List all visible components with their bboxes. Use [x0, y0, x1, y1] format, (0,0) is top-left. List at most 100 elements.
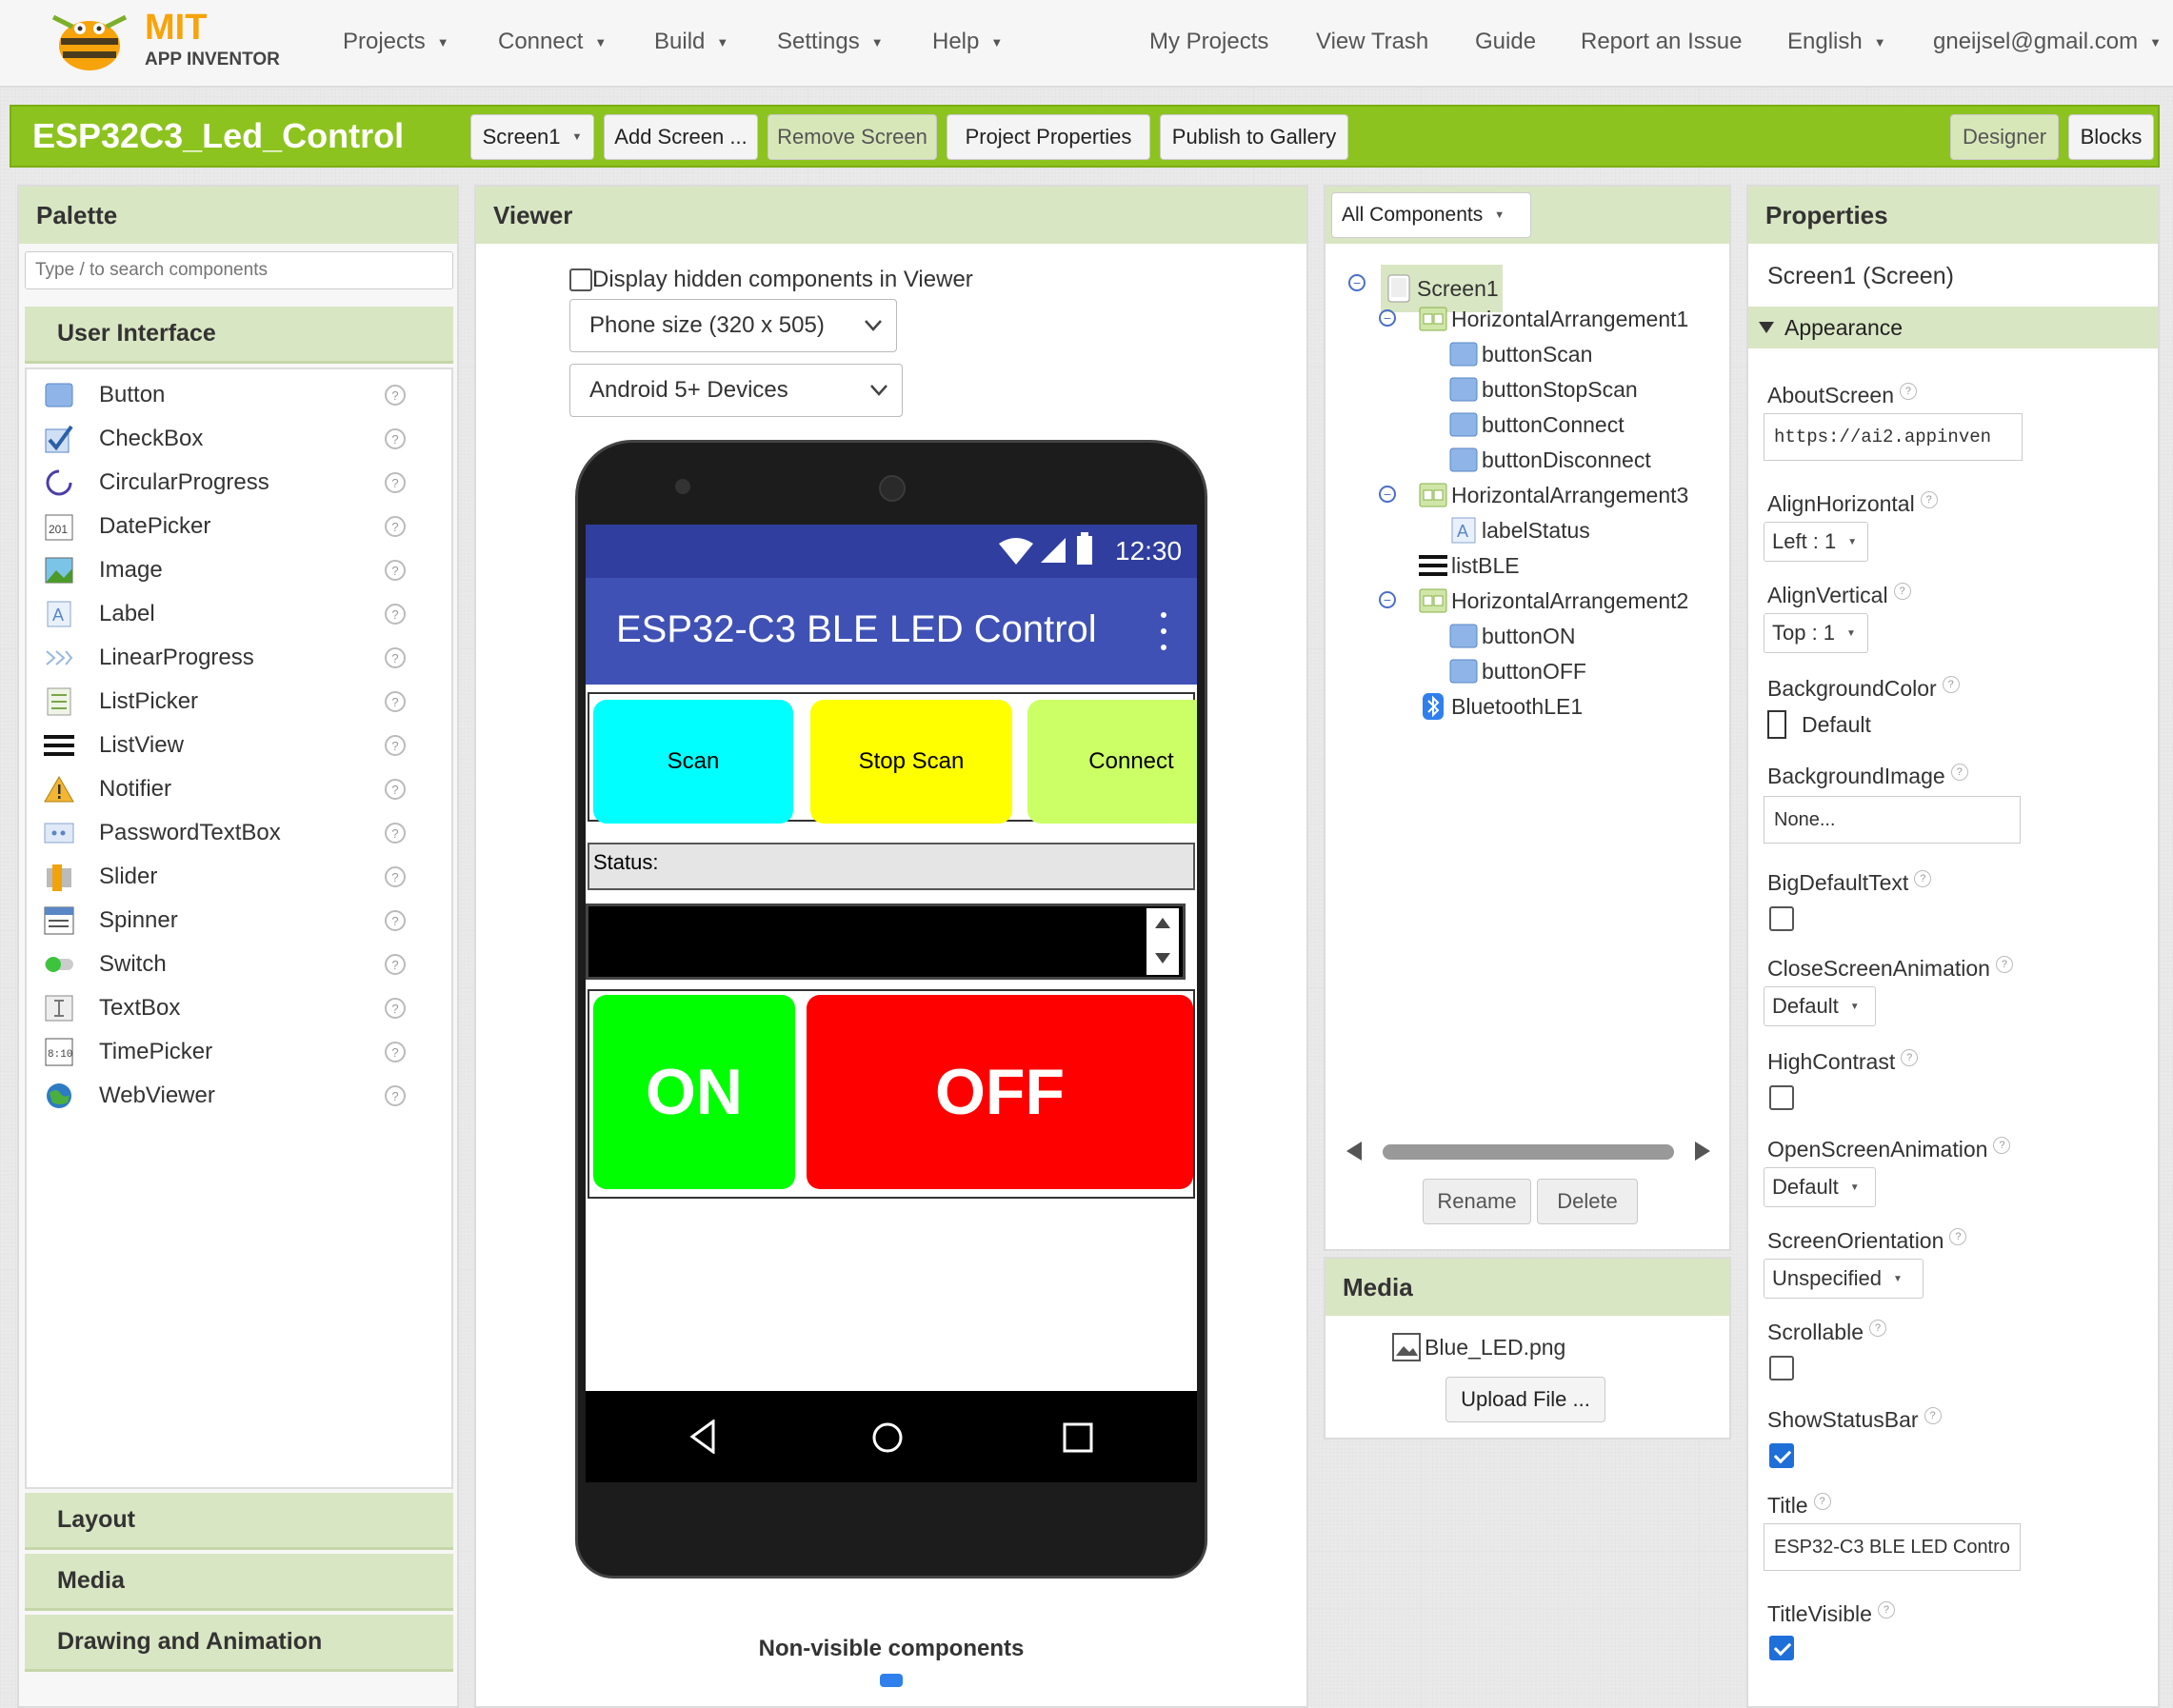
remove-screen-button[interactable]: Remove Screen [768, 114, 937, 160]
tree-node-buttondisconnect[interactable]: buttonDisconnect [1449, 441, 1651, 479]
palette-item-checkbox[interactable]: CheckBox? [25, 417, 434, 461]
scroll-right-icon[interactable] [1693, 1141, 1712, 1162]
screen-select[interactable]: Screen1 ▼ [470, 114, 594, 160]
help-icon[interactable]: ? [385, 604, 406, 625]
palette-item-timepicker[interactable]: 8:10 TimePicker? [25, 1030, 434, 1074]
help-icon[interactable]: ? [385, 779, 406, 800]
tree-node-labelstatus[interactable]: AlabelStatus [1449, 511, 1590, 549]
nav-connect[interactable]: Connect ▼ [498, 29, 607, 55]
home-icon[interactable] [871, 1421, 904, 1454]
palette-item-listpicker[interactable]: ListPicker? [25, 680, 434, 724]
help-icon[interactable]: ? [1877, 1601, 1895, 1619]
appearance-section-header[interactable]: Appearance [1748, 307, 2158, 348]
help-icon[interactable]: ? [385, 1085, 406, 1106]
prop-about-screen-input[interactable]: https://ai2.appinven [1764, 413, 2023, 461]
help-icon[interactable]: ? [385, 428, 406, 449]
help-icon[interactable]: ? [1893, 583, 1911, 600]
prop-background-image-input[interactable]: None... [1764, 796, 2021, 844]
nav-view-trash[interactable]: View Trash [1316, 29, 1428, 55]
help-icon[interactable]: ? [385, 647, 406, 668]
app-scan-button[interactable]: Scan [593, 700, 793, 824]
display-hidden-checkbox-row[interactable]: Display hidden components in Viewer [569, 267, 973, 293]
nav-settings[interactable]: Settings ▼ [777, 29, 884, 55]
nav-build[interactable]: Build ▼ [654, 29, 728, 55]
prop-open-animation-select[interactable]: Default ▼ [1764, 1167, 1876, 1207]
tree-node-buttonoff[interactable]: buttonOFF [1449, 652, 1586, 690]
category-drawing-animation[interactable]: Drawing and Animation [25, 1615, 453, 1672]
help-icon[interactable]: ? [1993, 1137, 2011, 1154]
palette-item-button[interactable]: Button? [25, 373, 434, 417]
help-icon[interactable]: ? [385, 516, 406, 537]
app-off-button[interactable]: OFF [807, 995, 1193, 1189]
palette-item-passwordtextbox[interactable]: PasswordTextBox? [25, 811, 434, 855]
tree-node-buttonconnect[interactable]: buttonConnect [1449, 406, 1625, 444]
delete-button[interactable]: Delete [1537, 1179, 1638, 1224]
media-file-item[interactable]: Blue_LED.png [1392, 1333, 1565, 1361]
category-user-interface[interactable]: User Interface [25, 307, 453, 364]
recents-icon[interactable] [1062, 1421, 1094, 1454]
phone-size-select[interactable]: Phone size (320 x 505) [569, 299, 897, 352]
prop-title-input[interactable]: ESP32-C3 BLE LED Contro [1764, 1523, 2021, 1571]
nav-guide[interactable]: Guide [1475, 29, 1536, 55]
nav-projects[interactable]: Projects ▼ [343, 29, 449, 55]
display-hidden-checkbox[interactable] [569, 268, 592, 291]
palette-item-switch[interactable]: Switch? [25, 943, 434, 986]
palette-item-label[interactable]: A Label? [25, 592, 434, 636]
help-icon[interactable]: ? [1914, 870, 1932, 887]
help-icon[interactable]: ? [1869, 1320, 1886, 1337]
help-icon[interactable]: ? [385, 910, 406, 931]
palette-item-notifier[interactable]: Notifier? [25, 767, 434, 811]
palette-item-linearprogress[interactable]: LinearProgress? [25, 636, 434, 680]
overflow-menu-icon[interactable] [1161, 612, 1168, 650]
help-icon[interactable]: ? [385, 385, 406, 406]
palette-item-circularprogress[interactable]: CircularProgress? [25, 461, 434, 505]
collapse-toggle-icon[interactable]: − [1379, 486, 1396, 503]
nav-my-projects[interactable]: My Projects [1149, 29, 1268, 55]
palette-item-spinner[interactable]: Spinner? [25, 899, 434, 943]
components-filter-select[interactable]: All Components ▼ [1331, 192, 1531, 238]
tree-horizontal-scrollbar[interactable] [1345, 1137, 1712, 1165]
nav-user-account[interactable]: gneijsel@gmail.com ▼ [1933, 29, 2162, 55]
help-icon[interactable]: ? [1949, 1228, 1967, 1245]
help-icon[interactable]: ? [385, 954, 406, 975]
help-icon[interactable]: ? [1950, 764, 1968, 781]
app-list-ble[interactable] [586, 904, 1186, 980]
app-connect-button[interactable]: Connect [1027, 700, 1197, 824]
designer-button[interactable]: Designer [1950, 114, 2059, 160]
back-icon[interactable] [688, 1420, 717, 1454]
list-scrollbar[interactable] [1146, 908, 1179, 975]
help-icon[interactable]: ? [385, 823, 406, 844]
palette-item-listview[interactable]: ListView? [25, 724, 434, 767]
tree-node-listble[interactable]: listBLE [1419, 546, 1520, 585]
help-icon[interactable]: ? [385, 998, 406, 1019]
palette-item-textbox[interactable]: TextBox? [25, 986, 434, 1030]
help-icon[interactable]: ? [385, 866, 406, 887]
add-screen-button[interactable]: Add Screen ... [604, 114, 758, 160]
collapse-toggle-icon[interactable]: − [1379, 309, 1396, 327]
prop-high-contrast-checkbox[interactable] [1769, 1085, 1794, 1110]
help-icon[interactable]: ? [385, 1042, 406, 1063]
tree-node-buttonscan[interactable]: buttonScan [1449, 335, 1592, 373]
scroll-down-icon[interactable] [1154, 952, 1171, 965]
tree-node-buttonon[interactable]: buttonON [1449, 617, 1575, 655]
help-icon[interactable]: ? [1942, 676, 1960, 693]
scroll-up-icon[interactable] [1154, 916, 1171, 929]
publish-to-gallery-button[interactable]: Publish to Gallery [1160, 114, 1348, 160]
category-layout[interactable]: Layout [25, 1493, 453, 1550]
help-icon[interactable]: ? [385, 691, 406, 712]
palette-search-input[interactable] [25, 251, 453, 289]
help-icon[interactable]: ? [1813, 1493, 1831, 1510]
collapse-toggle-icon[interactable]: − [1348, 274, 1366, 291]
scroll-left-icon[interactable] [1345, 1141, 1364, 1162]
app-inventor-logo[interactable]: MIT APP INVENTOR [44, 4, 291, 80]
palette-item-slider[interactable]: Slider? [25, 855, 434, 899]
scrollbar-thumb[interactable] [1383, 1144, 1674, 1160]
collapse-toggle-icon[interactable]: − [1379, 591, 1396, 608]
app-on-button[interactable]: ON [593, 995, 795, 1189]
nav-language[interactable]: English ▼ [1787, 29, 1886, 55]
tree-node-horizontalarrangement3[interactable]: HorizontalArrangement3 [1419, 476, 1688, 514]
tree-node-buttonstopscan[interactable]: buttonStopScan [1449, 370, 1638, 408]
upload-file-button[interactable]: Upload File ... [1445, 1377, 1605, 1422]
prop-close-animation-select[interactable]: Default ▼ [1764, 986, 1876, 1026]
help-icon[interactable]: ? [385, 735, 406, 756]
